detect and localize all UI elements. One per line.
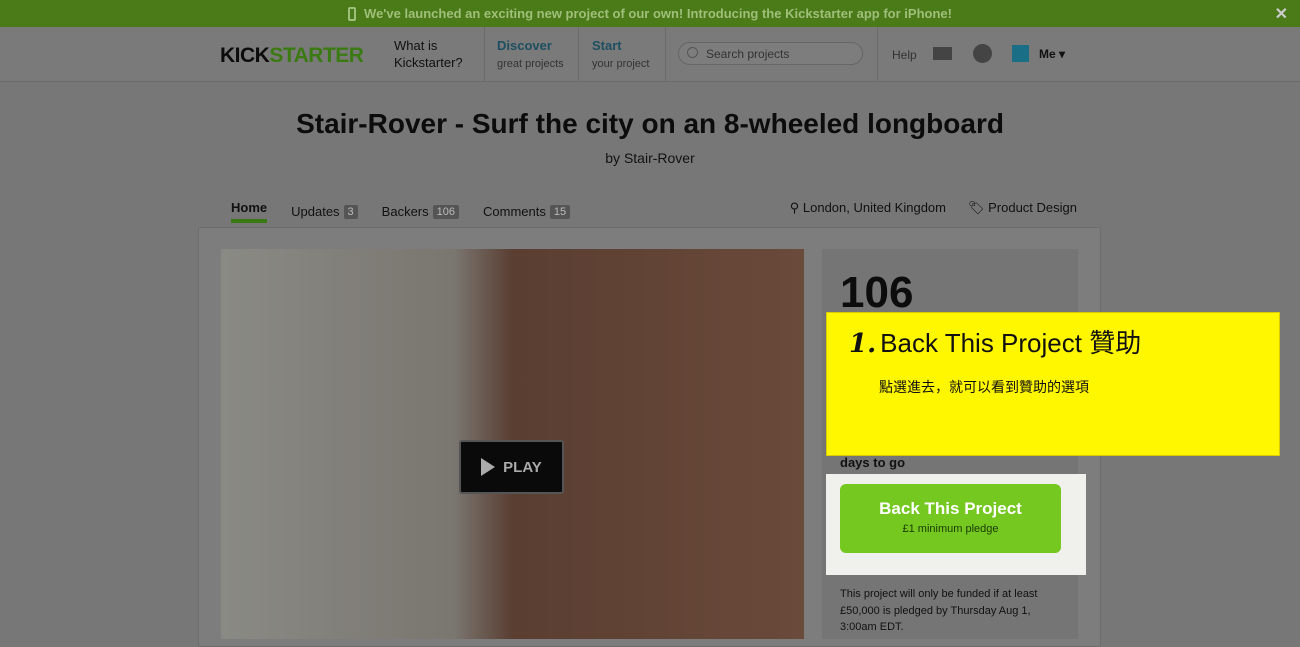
tab-backers[interactable]: Backers 106 <box>382 200 459 223</box>
tab-updates[interactable]: Updates 3 <box>291 200 358 223</box>
phone-icon <box>348 6 357 21</box>
top-nav: KICKSTARTER What is Kickstarter? Discover… <box>0 27 1300 82</box>
project-tabs: Home Updates 3 Backers 106 Comments 15 <box>231 200 571 223</box>
announcement-banner[interactable]: We've launched an exciting new project o… <box>0 0 1300 27</box>
banner-text: We've launched an exciting new project o… <box>364 6 952 21</box>
callout-body: 點選進去，就可以看到贊助的選項 <box>879 379 1089 395</box>
tutorial-callout: 1. Back This Project 贊助 點選進去，就可以看到贊助的選項 <box>826 312 1280 456</box>
start-link[interactable]: Start your project <box>592 37 649 73</box>
what-is-kickstarter-link[interactable]: What is Kickstarter? <box>394 37 463 71</box>
creator-link[interactable]: by Stair-Rover <box>0 150 1300 166</box>
pin-icon: ⚲ <box>789 200 803 215</box>
avatar[interactable] <box>1012 45 1029 62</box>
backers-count: 106 <box>840 268 914 317</box>
play-button[interactable]: PLAY <box>459 440 564 494</box>
close-icon[interactable]: ✕ <box>1275 4 1288 24</box>
mail-icon[interactable] <box>933 47 952 60</box>
step-number: 1. <box>849 329 877 359</box>
callout-title: Back This Project 贊助 <box>880 328 1142 358</box>
page-title: Stair-Rover - Surf the city on an 8-whee… <box>296 108 1004 139</box>
tab-home[interactable]: Home <box>231 200 268 223</box>
location-link[interactable]: ⚲ London, United Kingdom <box>790 200 946 216</box>
globe-icon[interactable] <box>973 44 992 63</box>
play-icon <box>481 458 496 476</box>
tag-icon: 🏷 <box>967 200 989 215</box>
me-menu[interactable]: Me ▾ <box>1039 47 1065 61</box>
help-link[interactable]: Help <box>892 47 917 64</box>
kickstarter-logo[interactable]: KICKSTARTER <box>220 44 364 68</box>
back-project-button[interactable]: Back This Project £1 minimum pledge <box>840 484 1061 553</box>
funding-note: This project will only be funded if at l… <box>840 588 1038 633</box>
search-icon <box>687 47 698 58</box>
days-to-go-label: days to go <box>840 455 906 470</box>
category-link[interactable]: 🏷 Product Design <box>968 200 1077 216</box>
search-input[interactable]: Search projects <box>678 42 863 65</box>
tab-comments[interactable]: Comments 15 <box>483 200 571 223</box>
discover-link[interactable]: Discover great projects <box>497 37 564 73</box>
